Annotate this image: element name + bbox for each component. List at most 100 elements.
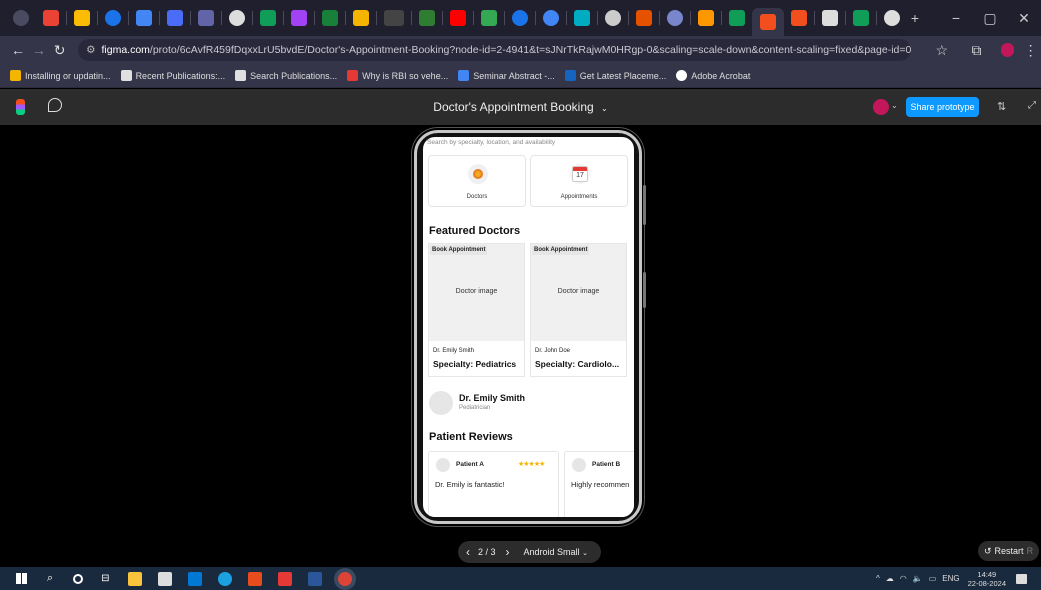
bookmark-star-icon[interactable]: ☆ xyxy=(931,42,952,59)
previous-frame-icon[interactable]: ‹ xyxy=(466,545,470,559)
device-selector[interactable]: Android Small ⌄ xyxy=(524,547,588,557)
tab-icon[interactable] xyxy=(198,10,214,26)
bookmark-item[interactable]: Installing or updatin... xyxy=(10,70,111,81)
doctor-card[interactable]: Doctor image Book Appointment Dr. John D… xyxy=(530,243,627,377)
edge-icon[interactable] xyxy=(217,571,232,586)
settings-icon[interactable]: ⇅ xyxy=(997,100,1006,113)
review-card[interactable]: Patient B Highly recommen xyxy=(564,451,634,517)
tab-icon[interactable] xyxy=(667,10,683,26)
restart-button[interactable]: ↺ Restart R xyxy=(978,541,1039,561)
forward-arrow-icon[interactable]: → xyxy=(28,42,49,58)
bookmark-item[interactable]: Why is RBI so vehe... xyxy=(347,70,448,81)
tab-icon[interactable] xyxy=(419,10,435,26)
tab-icon[interactable] xyxy=(543,10,559,26)
close-window-button[interactable]: ✕ xyxy=(1007,10,1041,27)
doctor-card[interactable]: Doctor image Book Appointment Dr. Emily … xyxy=(428,243,525,377)
figma-header: Doctor's Appointment Booking ⌄ ⌄ Share p… xyxy=(0,89,1041,125)
bookmark-icon xyxy=(10,70,21,81)
category-card-appointments[interactable]: 17 Appointments xyxy=(530,155,628,207)
tab-icon[interactable] xyxy=(822,10,838,26)
github-tab-icon[interactable] xyxy=(884,10,900,26)
review-card[interactable]: Patient A ★★★★★ Dr. Emily is fantastic! xyxy=(428,451,559,517)
youtube-tab-icon[interactable] xyxy=(450,10,466,26)
reload-icon[interactable]: ↻ xyxy=(49,42,70,59)
tab-icon[interactable] xyxy=(291,10,307,26)
maximize-button[interactable]: ▢ xyxy=(973,10,1007,27)
tab-icon[interactable] xyxy=(74,10,90,26)
volume-icon[interactable]: 🔈 xyxy=(913,574,923,583)
bookmark-item[interactable]: Get Latest Placeme... xyxy=(564,70,666,81)
clock[interactable]: 14:49 22-08-2024 xyxy=(968,570,1006,588)
review-text: Highly recommen xyxy=(571,480,630,489)
review-text: Dr. Emily is fantastic! xyxy=(435,480,505,489)
search-icon[interactable]: ⌕ xyxy=(47,572,53,585)
tab-icon[interactable] xyxy=(512,10,528,26)
tab-icon[interactable] xyxy=(105,10,121,26)
drive-tab-icon[interactable] xyxy=(481,10,497,26)
chrome-icon[interactable] xyxy=(337,571,352,586)
extensions-icon[interactable]: ⧉ xyxy=(966,42,987,59)
star-rating: ★★★★★ xyxy=(518,461,545,468)
profile-role: Pediatrician xyxy=(459,405,491,411)
store-icon[interactable] xyxy=(157,571,172,586)
tab-icon[interactable] xyxy=(260,10,276,26)
tab-icon[interactable] xyxy=(136,10,152,26)
figma-tab-icon[interactable] xyxy=(791,10,807,26)
bookmark-item[interactable]: Search Publications... xyxy=(235,70,337,81)
gmail-tab-icon[interactable] xyxy=(43,10,59,26)
word-icon[interactable] xyxy=(307,571,322,586)
acrobat-icon[interactable] xyxy=(277,571,292,586)
office-icon[interactable] xyxy=(247,571,262,586)
tab-icon[interactable] xyxy=(384,10,404,26)
tab-icon[interactable] xyxy=(729,10,745,26)
file-explorer-icon[interactable] xyxy=(127,571,142,586)
avatar xyxy=(436,458,450,472)
tab-icon[interactable] xyxy=(353,10,369,26)
bookmark-item[interactable]: Seminar Abstract -... xyxy=(458,70,555,81)
tab-icon[interactable] xyxy=(853,10,869,26)
tab-icon[interactable] xyxy=(636,10,652,26)
calendar-icon: 17 xyxy=(570,164,590,184)
expand-icon[interactable]: ⤢ xyxy=(1028,100,1036,111)
tab-icon[interactable] xyxy=(698,10,714,26)
share-prototype-button[interactable]: Share prototype xyxy=(906,97,979,117)
cortana-icon[interactable] xyxy=(73,573,84,584)
back-arrow-icon[interactable]: ← xyxy=(8,42,29,58)
bookmark-item[interactable]: Adobe Acrobat xyxy=(676,70,750,81)
browser-tab-strip: + − ▢ ✕ xyxy=(0,0,1041,36)
tab-icon[interactable] xyxy=(574,10,590,26)
category-card-doctors[interactable]: Doctors xyxy=(428,155,526,207)
notifications-icon[interactable] xyxy=(1016,573,1027,584)
book-appointment-button[interactable]: Book Appointment xyxy=(430,245,488,255)
tab-icon[interactable] xyxy=(605,10,621,26)
minimize-button[interactable]: − xyxy=(939,10,973,26)
battery-icon[interactable]: ▭ xyxy=(929,574,937,583)
language-indicator[interactable]: ENG xyxy=(942,574,959,583)
phone-side-button xyxy=(643,272,646,308)
book-appointment-button[interactable]: Book Appointment xyxy=(532,245,590,255)
wifi-icon[interactable]: ◠ xyxy=(900,574,907,583)
figma-tab-icon xyxy=(760,14,776,30)
url-field[interactable]: ⚙ figma.com/proto/6cAvfR459fDqxxLrU5bvdE… xyxy=(78,39,912,61)
mail-icon[interactable] xyxy=(187,571,202,586)
search-input[interactable]: Search by specialty, location, and avail… xyxy=(427,139,555,146)
tab-icon[interactable] xyxy=(229,10,245,26)
user-avatar[interactable] xyxy=(873,99,889,115)
site-info-icon[interactable]: ⚙ xyxy=(86,44,95,56)
tab-search-icon[interactable] xyxy=(13,10,29,26)
next-frame-icon[interactable]: › xyxy=(506,545,510,559)
task-view-icon[interactable]: ⊟ xyxy=(101,573,109,584)
windows-start-icon[interactable] xyxy=(16,573,27,584)
chevron-up-icon[interactable]: ^ xyxy=(876,574,880,583)
tab-icon[interactable] xyxy=(167,10,183,26)
new-tab-button[interactable]: + xyxy=(907,10,923,26)
chevron-down-icon[interactable]: ⌄ xyxy=(891,101,898,110)
onedrive-icon[interactable]: ☁ xyxy=(886,574,894,583)
bookmark-icon xyxy=(347,70,359,81)
active-tab[interactable] xyxy=(752,8,784,36)
system-tray: ^ ☁ ◠ 🔈 ▭ ENG 14:49 22-08-2024 xyxy=(876,567,1027,590)
browser-menu-icon[interactable]: ⋮ xyxy=(1020,42,1041,59)
profile-avatar[interactable] xyxy=(1000,43,1015,57)
bookmark-item[interactable]: Recent Publications:... xyxy=(120,70,225,81)
tab-icon[interactable] xyxy=(322,10,338,26)
